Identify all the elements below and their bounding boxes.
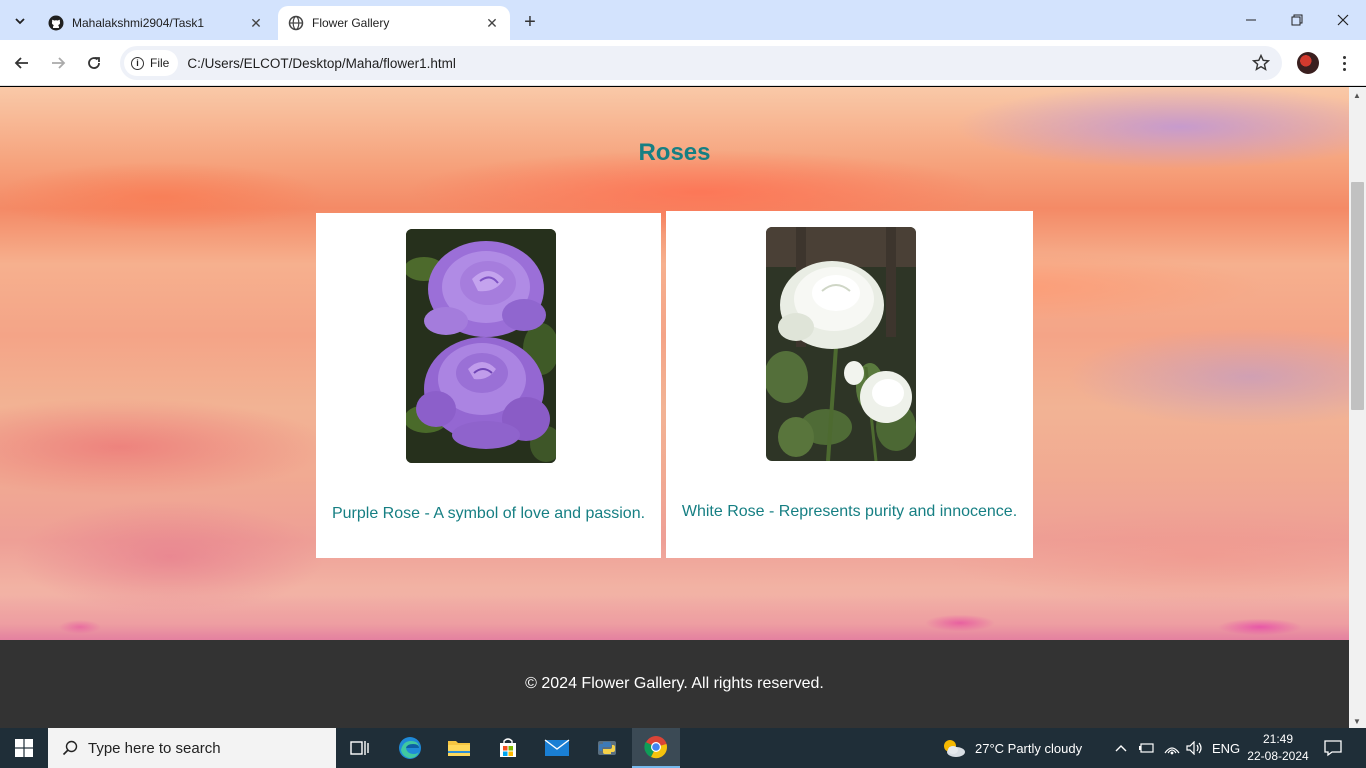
- browser-menu-button[interactable]: [1334, 51, 1354, 75]
- star-icon[interactable]: [1252, 54, 1270, 72]
- tab-flower-gallery[interactable]: Flower Gallery ✕: [278, 6, 510, 40]
- file-explorer-taskbar-button[interactable]: [435, 728, 483, 768]
- tab-title: Flower Gallery: [312, 16, 390, 30]
- task-view-icon: [350, 741, 369, 755]
- github-icon: [48, 15, 64, 31]
- close-icon[interactable]: ✕: [246, 13, 266, 33]
- flower-field-background: [0, 587, 1349, 640]
- chrome-icon: [644, 736, 667, 759]
- profile-avatar[interactable]: [1297, 52, 1319, 74]
- page-footer: © 2024 Flower Gallery. All rights reserv…: [0, 640, 1349, 728]
- show-hidden-icons-button[interactable]: [1114, 728, 1128, 768]
- tab-search-button[interactable]: [6, 7, 34, 35]
- speaker-icon: [1186, 741, 1202, 755]
- site-info-chip[interactable]: i File: [124, 50, 179, 76]
- restore-icon: [1291, 14, 1303, 26]
- new-tab-button[interactable]: +: [516, 8, 544, 36]
- back-button[interactable]: [8, 49, 36, 77]
- wifi-icon: [1164, 747, 1180, 755]
- edge-icon: [399, 737, 421, 759]
- chrome-taskbar-button[interactable]: [632, 728, 680, 768]
- mail-icon: [544, 739, 570, 756]
- python-icon: [598, 741, 616, 755]
- clock-date: 22-08-2024: [1247, 749, 1309, 763]
- close-icon: [1337, 14, 1349, 26]
- globe-icon: [288, 15, 304, 31]
- flower-caption: White Rose - Represents purity and innoc…: [681, 503, 1018, 520]
- purple-rose-image: [406, 229, 556, 463]
- flower-card-purple-rose: Purple Rose - A symbol of love and passi…: [316, 213, 661, 558]
- scroll-down-arrow-icon[interactable]: ▼: [1353, 717, 1361, 726]
- info-icon: i: [131, 56, 144, 70]
- flower-card-white-rose: White Rose - Represents purity and innoc…: [666, 211, 1033, 558]
- url-text[interactable]: C:/Users/ELCOT/Desktop/Maha/flower1.html: [187, 56, 456, 71]
- flower-caption: Purple Rose - A symbol of love and passi…: [331, 505, 646, 522]
- scroll-thumb[interactable]: [1351, 182, 1364, 410]
- python-taskbar-button[interactable]: [583, 728, 631, 768]
- reload-button[interactable]: [80, 49, 108, 77]
- mail-taskbar-button[interactable]: [533, 728, 581, 768]
- footer-copyright: © 2024 Flower Gallery. All rights reserv…: [525, 675, 824, 692]
- scroll-up-arrow-icon[interactable]: ▲: [1353, 91, 1361, 100]
- arrow-left-icon: [14, 57, 28, 69]
- taskbar-search-input[interactable]: Type here to search: [48, 728, 336, 768]
- chevron-up-icon: [1115, 745, 1127, 752]
- clock-time: 21:49: [1262, 732, 1294, 746]
- browser-toolbar: i File C:/Users/ELCOT/Desktop/Maha/flowe…: [0, 40, 1366, 86]
- site-info-label: File: [150, 56, 170, 70]
- folder-icon: [448, 741, 470, 756]
- restore-button[interactable]: [1274, 0, 1320, 40]
- search-placeholder: Type here to search: [88, 739, 221, 757]
- task-view-button[interactable]: [336, 728, 384, 768]
- notifications-button[interactable]: [1324, 728, 1342, 768]
- language-indicator[interactable]: ENG: [1212, 728, 1240, 768]
- close-icon[interactable]: ✕: [482, 13, 502, 33]
- network-tray-icon[interactable]: [1163, 728, 1181, 768]
- arrow-right-icon: [52, 57, 66, 69]
- edge-taskbar-button[interactable]: [386, 728, 434, 768]
- chevron-down-icon: [15, 18, 25, 25]
- start-button[interactable]: [0, 728, 48, 768]
- weather-widget[interactable]: 27°C Partly cloudy: [941, 728, 1082, 768]
- page-title: Roses: [638, 139, 711, 166]
- reload-icon: [88, 57, 100, 69]
- store-taskbar-button[interactable]: [484, 728, 532, 768]
- volume-tray-icon[interactable]: [1186, 728, 1204, 768]
- page-viewport: Roses Purple Rose - A symbol of love and…: [0, 87, 1349, 728]
- battery-tray-icon[interactable]: [1138, 728, 1156, 768]
- notification-icon: [1324, 740, 1342, 757]
- minimize-button[interactable]: [1228, 0, 1274, 40]
- store-icon: [500, 738, 516, 757]
- language-text: ENG: [1212, 740, 1241, 756]
- taskbar-clock[interactable]: 21:49 22-08-2024: [1246, 731, 1310, 765]
- close-window-button[interactable]: [1320, 0, 1366, 40]
- tab-github[interactable]: Mahalakshmi2904/Task1 ✕: [38, 6, 274, 40]
- forward-button[interactable]: [44, 49, 72, 77]
- tab-strip: Mahalakshmi2904/Task1 ✕ Flower Gallery ✕…: [0, 0, 1366, 40]
- search-icon: [62, 740, 78, 756]
- tab-title: Mahalakshmi2904/Task1: [72, 16, 205, 30]
- battery-icon: [1139, 743, 1154, 753]
- white-rose-image: [766, 227, 916, 461]
- weather-text: 27°C Partly cloudy: [975, 740, 1083, 756]
- partly-cloudy-icon: [944, 740, 965, 757]
- page-scrollbar[interactable]: ▲ ▼: [1349, 87, 1366, 728]
- minimize-icon: [1246, 19, 1256, 21]
- windows-logo-icon: [15, 739, 33, 757]
- windows-taskbar: Type here to search 27°C Partly cloudy E…: [0, 728, 1366, 768]
- address-bar[interactable]: i File C:/Users/ELCOT/Desktop/Maha/flowe…: [120, 46, 1282, 80]
